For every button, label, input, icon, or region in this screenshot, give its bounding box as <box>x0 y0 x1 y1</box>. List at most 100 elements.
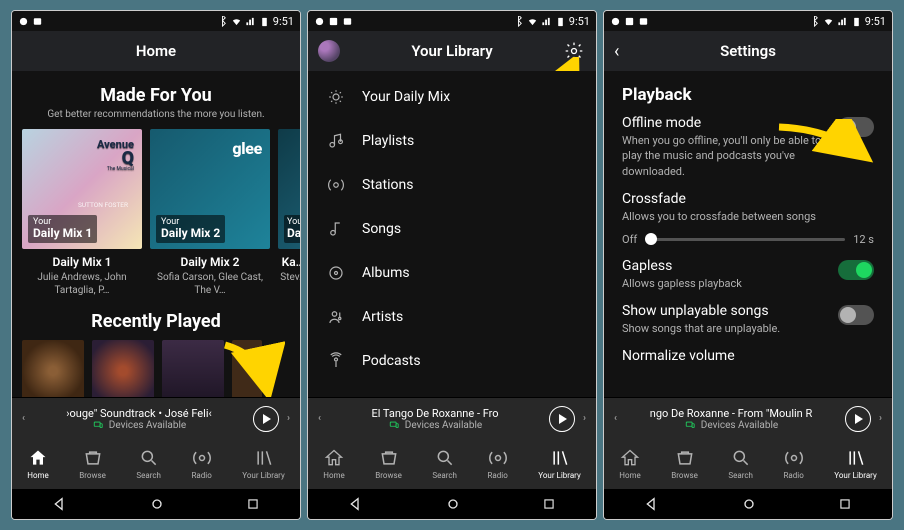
setting-unplayable: Show unplayable songs Show songs that ar… <box>622 303 874 336</box>
daily-mix-tile[interactable]: Your Da Ka… Stev… <box>278 129 300 297</box>
android-home[interactable] <box>149 496 165 512</box>
setting-description: Show songs that are unplayable. <box>622 321 780 336</box>
library-item-videos[interactable]: Videos <box>308 383 596 397</box>
image-icon <box>328 16 339 27</box>
library-item-playlists[interactable]: Playlists <box>308 119 596 163</box>
play-button[interactable] <box>253 406 279 432</box>
status-time: 9:51 <box>569 15 590 28</box>
header: Your Library <box>308 31 596 71</box>
devices-available: Devices Available <box>405 420 482 431</box>
unplayable-toggle[interactable] <box>838 305 874 325</box>
wifi-icon <box>231 16 242 27</box>
phone-library: 9:51 Your Library Your Daily Mix Playlis… <box>307 10 597 520</box>
library-list: Your Daily Mix Playlists Stations Songs … <box>308 71 596 397</box>
nav-browse[interactable]: Browse <box>79 448 106 480</box>
recent-cover[interactable] <box>22 340 84 397</box>
play-button[interactable] <box>845 406 871 432</box>
nav-radio[interactable]: Radio <box>783 448 803 480</box>
library-item-artists[interactable]: Artists <box>308 295 596 339</box>
play-button[interactable] <box>549 406 575 432</box>
chevron-right-icon[interactable]: › <box>879 413 882 424</box>
image-icon <box>624 16 635 27</box>
outlook-icon <box>638 16 649 27</box>
status-bar: 9:51 <box>12 11 300 31</box>
library-item-daily-mix[interactable]: Your Daily Mix <box>308 75 596 119</box>
profile-avatar[interactable] <box>318 40 340 62</box>
back-button[interactable]: ‹ <box>614 41 619 62</box>
home-content[interactable]: Made For You Get better recommendations … <box>12 71 300 397</box>
chevron-right-icon[interactable]: › <box>583 413 586 424</box>
wifi-icon <box>823 16 834 27</box>
library-item-stations[interactable]: Stations <box>308 163 596 207</box>
nav-home[interactable]: Home <box>27 448 49 480</box>
nav-library[interactable]: Your Library <box>538 448 580 480</box>
nav-search[interactable]: Search <box>136 448 161 480</box>
nav-radio[interactable]: Radio <box>191 448 211 480</box>
android-nav <box>308 489 596 519</box>
playlist-icon <box>326 132 346 150</box>
phone-settings: 9:51 ‹ Settings Playback Offline mode Wh… <box>603 10 893 520</box>
tile-artists: Julie Andrews, John Tartaglia, P… <box>22 271 142 297</box>
android-recents[interactable] <box>542 497 556 511</box>
status-bar: 9:51 <box>604 11 892 31</box>
nav-browse[interactable]: Browse <box>375 448 402 480</box>
setting-description: Allows you to crossfade between songs <box>622 209 874 224</box>
status-icon <box>314 16 325 27</box>
nav-search[interactable]: Search <box>728 448 753 480</box>
crossfade-slider[interactable] <box>645 238 845 241</box>
daily-mix-tile[interactable]: glee Your Daily Mix 2 Daily Mix 2 Sofia … <box>150 129 270 297</box>
chevron-right-icon[interactable]: › <box>287 413 290 424</box>
phone-home: 9:51 Home Made For You Get better recomm… <box>11 10 301 520</box>
songs-icon <box>326 220 346 238</box>
page-title: Your Library <box>411 42 492 60</box>
nav-search[interactable]: Search <box>432 448 457 480</box>
android-home[interactable] <box>445 496 461 512</box>
settings-button[interactable] <box>564 41 584 61</box>
chevron-left-icon[interactable]: ‹ <box>318 413 321 424</box>
setting-offline-mode: Offline mode When you go offline, you'll… <box>622 115 874 179</box>
daily-mix-tile[interactable]: Avenue Q The Musical SUTTON FOSTER Your … <box>22 129 142 297</box>
tile-name: Ka… <box>278 255 300 269</box>
now-playing-bar[interactable]: ‹ El Tango De Roxanne - Fro Devices Avai… <box>308 397 596 439</box>
status-time: 9:51 <box>273 15 294 28</box>
chevron-left-icon[interactable]: ‹ <box>22 413 25 424</box>
setting-title: Gapless <box>622 258 742 274</box>
tile-name: Daily Mix 1 <box>22 255 142 269</box>
made-for-you-title: Made For You <box>12 85 300 106</box>
nav-library[interactable]: Your Library <box>834 448 876 480</box>
android-recents[interactable] <box>246 497 260 511</box>
nav-home[interactable]: Home <box>323 448 345 480</box>
library-item-songs[interactable]: Songs <box>308 207 596 251</box>
nav-library[interactable]: Your Library <box>242 448 284 480</box>
recent-cover[interactable] <box>232 340 262 397</box>
now-playing-bar[interactable]: ‹ ngo De Roxanne - From "Moulin R Device… <box>604 397 892 439</box>
gear-icon <box>564 41 584 61</box>
android-recents[interactable] <box>838 497 852 511</box>
setting-title: Normalize volume <box>622 348 874 364</box>
recent-cover[interactable] <box>162 340 224 397</box>
now-playing-track: ngo De Roxanne - From "Moulin R <box>625 407 837 420</box>
nav-home[interactable]: Home <box>619 448 641 480</box>
battery-icon <box>555 16 566 27</box>
library-item-albums[interactable]: Albums <box>308 251 596 295</box>
nav-browse[interactable]: Browse <box>671 448 698 480</box>
offline-mode-toggle[interactable] <box>838 117 874 137</box>
status-bar: 9:51 <box>308 11 596 31</box>
now-playing-bar[interactable]: ‹ ›ouge" Soundtrack • José Feli‹ Devices… <box>12 397 300 439</box>
recent-cover[interactable] <box>92 340 154 397</box>
recently-played-title: Recently Played <box>12 311 300 332</box>
gapless-toggle[interactable] <box>838 260 874 280</box>
library-item-podcasts[interactable]: Podcasts <box>308 339 596 383</box>
bluetooth-icon <box>513 16 524 27</box>
setting-normalize: Normalize volume <box>622 348 874 364</box>
library-content[interactable]: Your Daily Mix Playlists Stations Songs … <box>308 71 596 397</box>
battery-icon <box>851 16 862 27</box>
nav-radio[interactable]: Radio <box>487 448 507 480</box>
android-back[interactable] <box>52 496 68 512</box>
status-icon <box>610 16 621 27</box>
android-home[interactable] <box>741 496 757 512</box>
chevron-left-icon[interactable]: ‹ <box>614 413 617 424</box>
android-back[interactable] <box>348 496 364 512</box>
settings-content[interactable]: Playback Offline mode When you go offlin… <box>604 71 892 397</box>
android-back[interactable] <box>644 496 660 512</box>
